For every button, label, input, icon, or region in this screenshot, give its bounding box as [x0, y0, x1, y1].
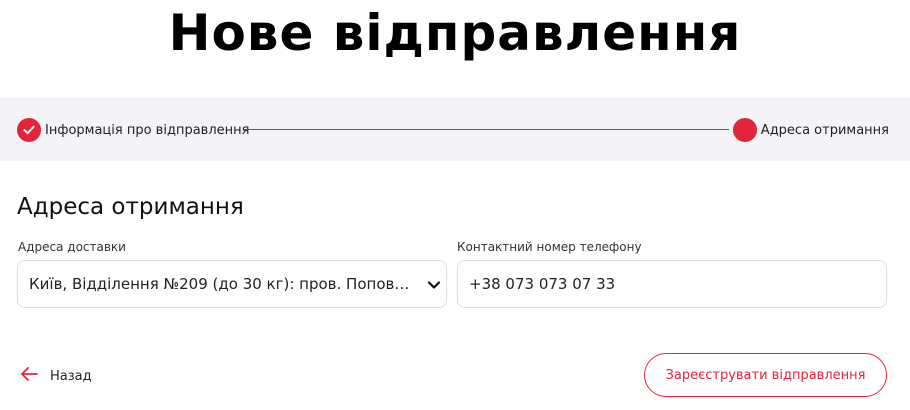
back-label: Назад	[50, 368, 92, 384]
step-receipt-address: Адреса отримання	[732, 118, 889, 142]
register-shipment-button[interactable]: Зареєструвати відправлення	[644, 353, 887, 397]
step-label: Адреса отримання	[760, 122, 889, 138]
page-title: Нове відправлення	[168, 4, 742, 62]
back-button[interactable]: Назад	[20, 366, 92, 386]
address-label: Адреса доставки	[18, 240, 126, 254]
chevron-down-icon	[426, 278, 442, 296]
step-label: Інформація про відправлення	[45, 122, 250, 138]
phone-value: +38 073 073 07 33	[469, 275, 616, 293]
phone-label: Контактний номер телефону	[457, 240, 642, 254]
step-shipment-info: Інформація про відправлення	[17, 118, 249, 142]
address-selected-value: Київ, Відділення №209 (до 30 кг): пров. …	[29, 275, 414, 293]
step-connector	[244, 129, 729, 130]
section-title: Адреса отримання	[17, 194, 244, 220]
check-icon	[17, 118, 41, 142]
delivery-address-select[interactable]: Київ, Відділення №209 (до 30 кг): пров. …	[17, 260, 447, 308]
active-step-dot-icon	[732, 118, 757, 142]
phone-input[interactable]: +38 073 073 07 33	[457, 260, 887, 308]
progress-stepper: Інформація про відправлення Адреса отрим…	[0, 98, 910, 161]
arrow-left-icon	[20, 366, 38, 386]
